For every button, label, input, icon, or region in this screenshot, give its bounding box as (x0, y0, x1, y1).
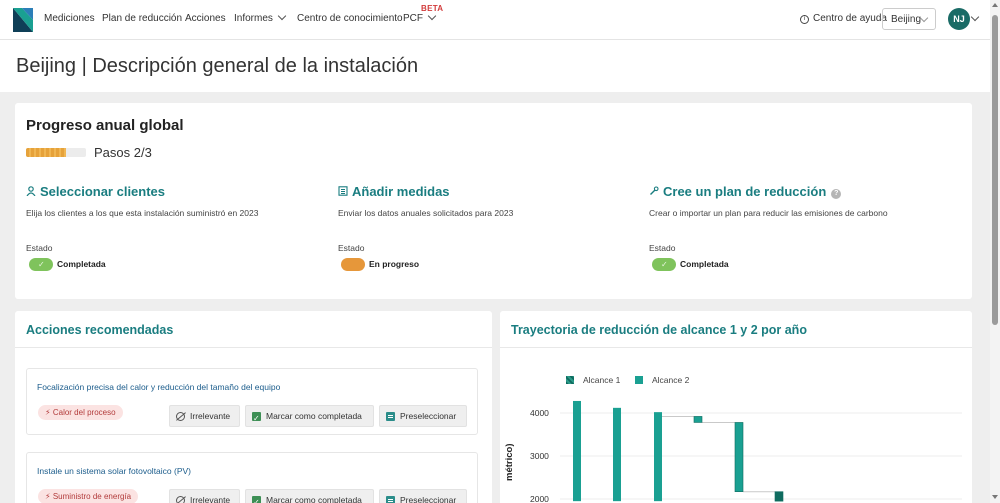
step-title[interactable]: Añadir medidas (338, 184, 638, 199)
top-nav: Mediciones Plan de reducción Acciones In… (0, 0, 990, 40)
shortlist-button[interactable]: Preseleccionar (379, 489, 467, 503)
chevron-down-icon (427, 11, 437, 21)
mark-complete-button-label: Marcar como completada (266, 411, 362, 421)
recommended-actions-card: Acciones recomendadas Focalización preci… (15, 311, 492, 503)
document-icon (386, 412, 395, 421)
category-tag: ⚡︎ Suministro de energía (38, 489, 139, 503)
irrelevant-button[interactable]: Irrelevante (169, 405, 240, 427)
bolt-icon: ⚡︎ (45, 408, 53, 417)
chevron-down-icon[interactable] (970, 12, 980, 22)
status-text: En progreso (369, 258, 420, 269)
status-toggle (652, 258, 676, 271)
chart-title: Trayectoria de reducción de alcance 1 y … (511, 323, 807, 337)
mark-complete-button[interactable]: Marcar como completada (245, 489, 374, 503)
mark-complete-button-label: Marcar como completada (266, 495, 362, 503)
chart-bar[interactable] (734, 422, 744, 492)
action-title[interactable]: Focalización precisa del calor y reducci… (37, 382, 280, 392)
user-icon (26, 186, 36, 199)
status-text: Completada (680, 258, 729, 269)
status-toggle (341, 258, 365, 271)
page-title: Beijing | Descripción general de la inst… (16, 55, 419, 77)
step-description: Enviar los datos anuales solicitados par… (338, 208, 514, 218)
state-label: Estado (338, 243, 365, 253)
shortlist-button-label: Preseleccionar (400, 495, 457, 503)
list-icon (338, 186, 348, 199)
tool-icon (649, 186, 659, 199)
info-icon: i (800, 15, 809, 24)
bolt-icon: ⚡︎ (45, 492, 53, 501)
user-avatar[interactable]: NJ (948, 8, 970, 30)
waterfall-chart (560, 400, 962, 502)
step-title-text: Añadir medidas (352, 184, 450, 199)
irrelevant-button-label: Irrelevante (190, 495, 231, 503)
irrelevant-button-label: Irrelevante (190, 411, 231, 421)
nav-mediciones[interactable]: Mediciones (44, 13, 95, 24)
scroll-down-icon[interactable] (992, 495, 998, 499)
chart-bar[interactable] (573, 400, 581, 502)
action-title[interactable]: Instale un sistema solar fotovoltaico (P… (37, 466, 191, 476)
nav-pcf-label: PCF (403, 13, 423, 24)
nav-centro-conocimiento[interactable]: Centro de conocimiento (297, 13, 403, 24)
help-center-label: Centro de ayuda (813, 13, 887, 24)
nav-informes-label: Informes (234, 13, 273, 24)
scrollbar-thumb[interactable] (992, 15, 998, 325)
status-text: Completada (57, 258, 106, 269)
scroll-up-icon[interactable] (992, 3, 998, 7)
shortlist-button[interactable]: Preseleccionar (379, 405, 467, 427)
step-title[interactable]: Cree un plan de reducción? (649, 184, 949, 200)
step-title[interactable]: Seleccionar clientes (26, 184, 326, 199)
state-label: Estado (26, 243, 53, 253)
step-create-plan: Cree un plan de reducción? Crear o impor… (649, 184, 949, 271)
irrelevant-button[interactable]: Irrelevante (169, 489, 240, 503)
mark-complete-button[interactable]: Marcar como completada (245, 405, 374, 429)
category-tag-label: Suministro de energía (52, 492, 132, 501)
page-scrollbar[interactable] (990, 0, 1000, 503)
annual-progress-card: Progreso anual global Pasos 2/3 Seleccio… (15, 103, 972, 299)
step-select-clients: Seleccionar clientes Elija los clientes … (26, 184, 326, 271)
action-item: Focalización precisa del calor y reducci… (26, 368, 478, 435)
step-add-measures: Añadir medidas Enviar los datos anuales … (338, 184, 638, 271)
help-icon[interactable]: ? (831, 189, 842, 199)
chart-bar[interactable] (693, 416, 703, 423)
shortlist-button-label: Preseleccionar (400, 411, 457, 421)
progress-bar (26, 148, 86, 157)
chart-bar[interactable] (774, 491, 784, 502)
step-description: Elija los clientes a los que esta instal… (26, 208, 259, 218)
step-title-text: Seleccionar clientes (40, 184, 166, 199)
chart-bar[interactable] (654, 412, 662, 502)
eye-off-icon (176, 412, 185, 421)
step-title-text: Cree un plan de reducción (663, 184, 827, 199)
checkbox-icon (252, 409, 261, 429)
facility-select[interactable]: Beijing (882, 8, 936, 30)
category-tag: ⚡︎ Calor del proceso (38, 405, 123, 420)
status-badge: Completada (652, 258, 729, 271)
help-center-link[interactable]: i Centro de ayuda (800, 13, 887, 25)
state-label: Estado (649, 243, 676, 253)
nav-plan-reduccion[interactable]: Plan de reducción (102, 13, 182, 24)
eye-off-icon (176, 496, 185, 503)
steps-count: Pasos 2/3 (94, 145, 152, 160)
facility-select-value: Beijing (891, 14, 922, 25)
chart-bar[interactable] (613, 407, 621, 502)
step-description: Crear o importar un plan para reducir la… (649, 208, 888, 218)
progress-title: Progreso anual global (26, 117, 184, 134)
page-header: Beijing | Descripción general de la inst… (0, 40, 990, 92)
nav-informes[interactable]: Informes (234, 11, 287, 24)
beta-badge: BETA (421, 4, 444, 13)
status-badge: En progreso (341, 258, 419, 271)
divider (15, 347, 492, 348)
actions-title: Acciones recomendadas (26, 323, 174, 337)
progress-bar-fill (26, 148, 67, 157)
chevron-down-icon (277, 11, 287, 21)
nav-acciones[interactable]: Acciones (185, 13, 226, 24)
reduction-trajectory-card: Trayectoria de reducción de alcance 1 y … (500, 311, 972, 503)
checkbox-icon (252, 493, 261, 503)
action-item: Instale un sistema solar fotovoltaico (P… (26, 452, 478, 503)
category-tag-label: Calor del proceso (52, 408, 116, 417)
status-badge: Completada (29, 258, 106, 271)
document-icon (386, 496, 395, 503)
status-toggle (29, 258, 53, 271)
nav-pcf[interactable]: PCF (403, 11, 437, 24)
brand-logo[interactable] (10, 6, 36, 34)
